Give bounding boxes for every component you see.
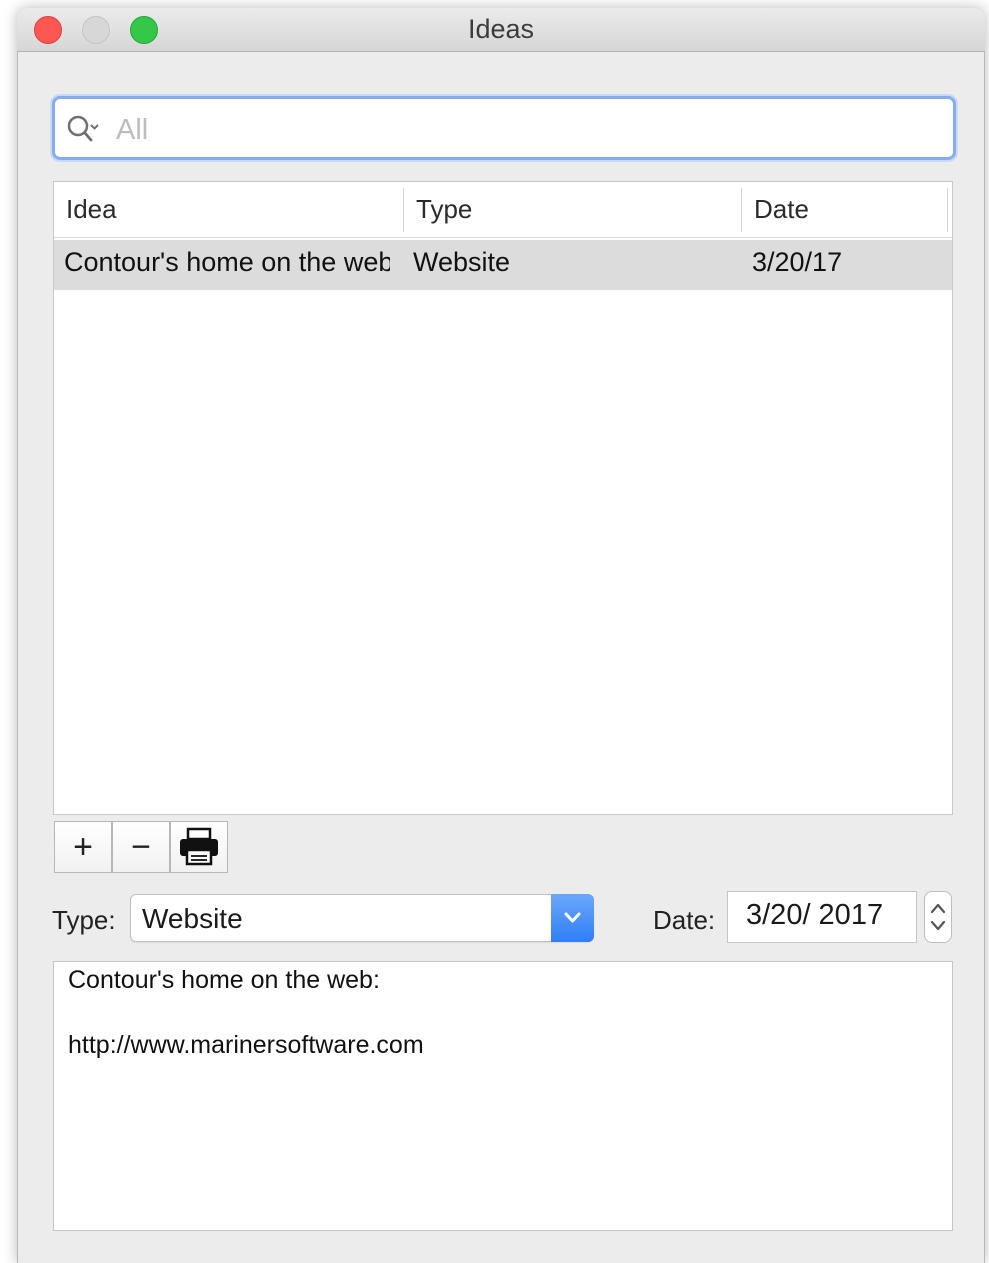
column-header-date[interactable]: Date xyxy=(754,194,809,225)
row-date-cell: 3/20/17 xyxy=(752,247,843,277)
column-divider xyxy=(947,188,948,232)
date-field-value: 3/20/ 2017 xyxy=(746,899,884,931)
date-stepper[interactable] xyxy=(924,891,952,943)
print-button[interactable] xyxy=(170,821,228,873)
column-divider[interactable] xyxy=(403,188,404,232)
search-input[interactable] xyxy=(116,110,936,150)
notes-line: http://www.marinersoftware.com xyxy=(68,1031,424,1059)
window-title: Ideas xyxy=(467,14,535,44)
type-popup-button[interactable] xyxy=(551,894,594,942)
stepper-arrows-icon xyxy=(930,903,946,931)
chevron-down-icon xyxy=(564,912,581,923)
column-header-type[interactable]: Type xyxy=(416,194,472,225)
remove-idea-button[interactable]: − xyxy=(112,821,170,873)
notes-text-area[interactable] xyxy=(53,961,953,1231)
column-header-idea[interactable]: Idea xyxy=(66,194,117,225)
row-type-cell: Website xyxy=(413,247,511,277)
printer-icon xyxy=(180,827,218,866)
type-label: Type: xyxy=(52,905,116,935)
type-popup-value: Website xyxy=(142,903,243,934)
notes-line: Contour's home on the web: xyxy=(68,966,380,994)
row-idea-cell: Contour's home on the web: xyxy=(64,247,390,277)
search-icon[interactable] xyxy=(66,114,100,146)
column-divider[interactable] xyxy=(741,188,742,232)
add-idea-button[interactable]: + xyxy=(54,821,112,873)
table-header xyxy=(54,182,952,238)
date-label: Date: xyxy=(653,905,716,935)
